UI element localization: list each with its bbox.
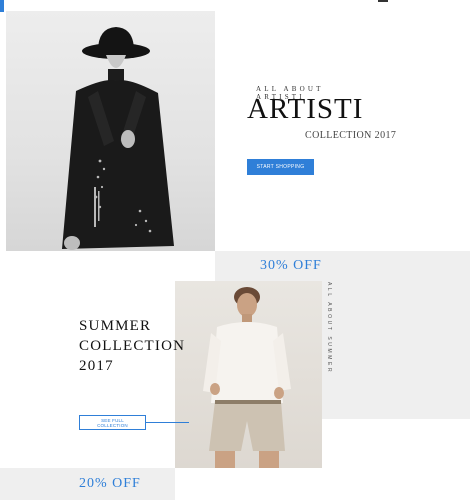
hero-subtitle: COLLECTION 2017 <box>305 130 397 141</box>
summer-title-line-2: COLLECTION <box>79 338 186 354</box>
summer-title-line-1: SUMMER <box>79 318 152 334</box>
top-accent-line <box>378 0 388 2</box>
summer-collection-title: SUMMER COLLECTION 2017 <box>79 316 199 376</box>
hero-image <box>6 11 215 251</box>
hero-title: ARTISTI <box>247 93 364 125</box>
vertical-kicker: ALL ABOUT SUMMER <box>308 282 332 374</box>
vertical-kicker-text: ALL ABOUT SUMMER <box>326 282 332 375</box>
button-connector-line <box>146 422 189 423</box>
discount-20-label: 20% OFF <box>79 476 141 491</box>
top-left-accent-bar <box>0 0 4 12</box>
hero-model-illustration <box>62 27 174 250</box>
start-shopping-button[interactable]: START SHOPPING <box>247 159 314 175</box>
summer-title-line-3: 2017 <box>79 358 114 374</box>
discount-30-label: 30% OFF <box>260 258 322 273</box>
see-full-collection-button[interactable]: SEE FULL COLLECTION <box>79 415 146 430</box>
